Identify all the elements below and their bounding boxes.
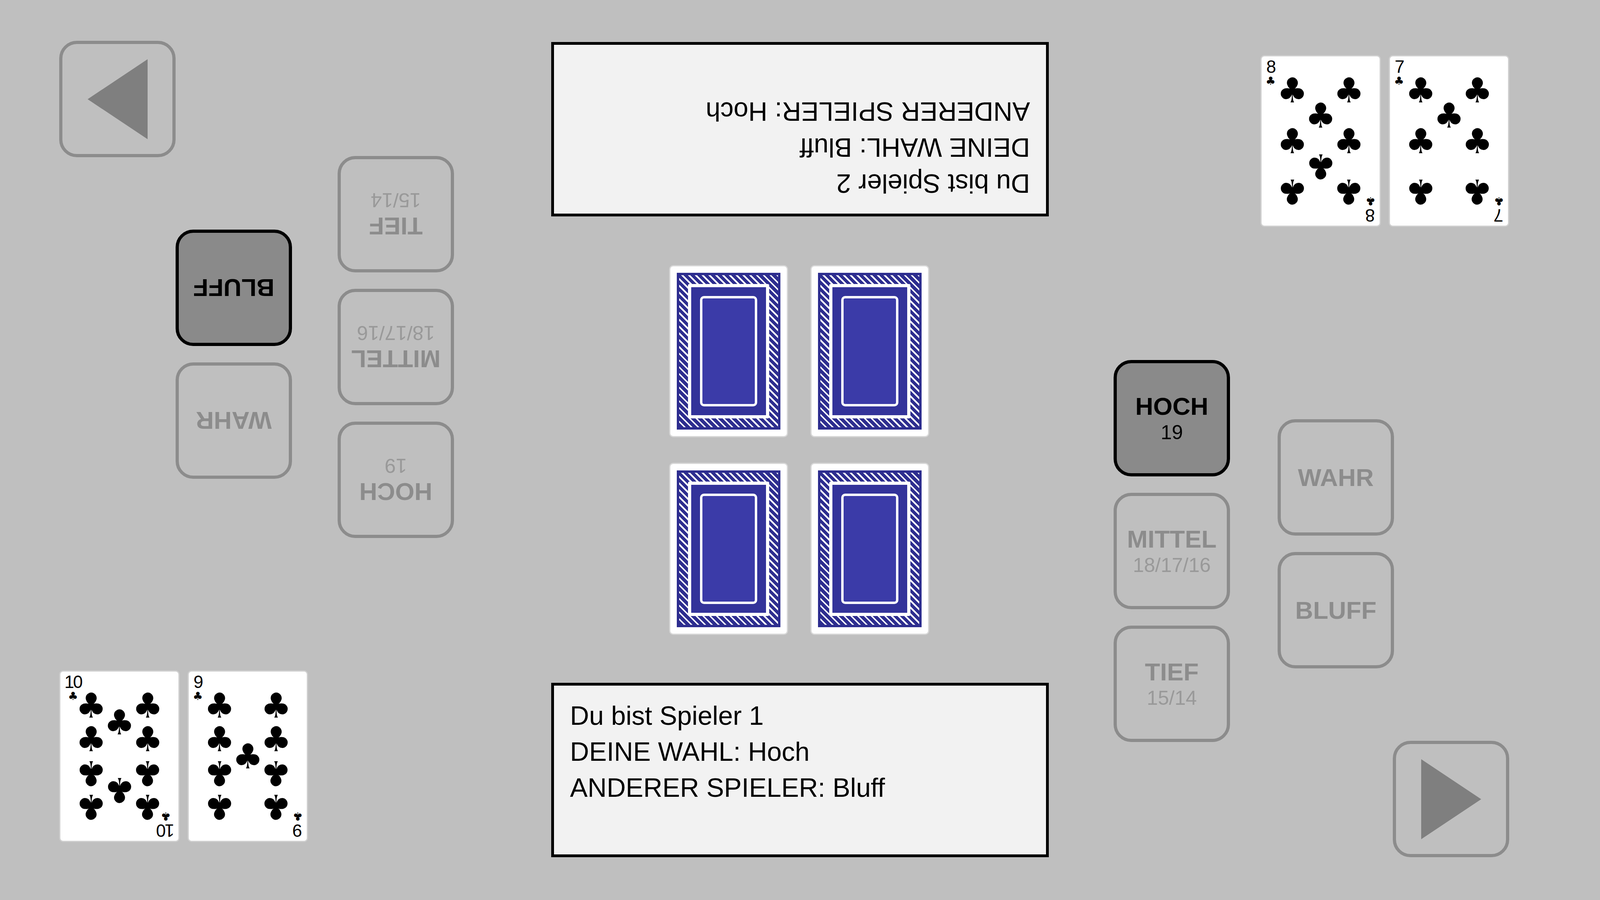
card-pip: ♣ — [1462, 73, 1493, 108]
status-box: Du bist Spieler 2DEINE WAHL: BluffANDERE… — [551, 42, 1049, 217]
card-pip: ♣ — [132, 688, 164, 723]
card-pip: ♣ — [132, 756, 164, 791]
card-corner: 9♣ — [192, 673, 203, 702]
range-button[interactable]: TIEF15/14 — [1113, 625, 1230, 742]
card-pip: ♣ — [1333, 73, 1365, 108]
player-2-range-buttons: HOCH19 MITTEL18/17/16 TIEF15/14 — [337, 156, 454, 538]
card-pip: ♣ — [132, 789, 164, 824]
card-back[interactable] — [669, 462, 788, 635]
card-corner: 7♣ — [1494, 195, 1504, 224]
status-line: ANDERER SPIELER: Hoch — [570, 93, 1030, 130]
player-1-truth-buttons: WAHR BLUFF — [1277, 419, 1394, 669]
player-2-truth-buttons: WAHR BLUFF — [175, 229, 292, 479]
player-1-hand: 10♣10♣♣♣♣♣♣♣♣♣♣♣9♣9♣♣♣♣♣♣♣♣♣♣ — [59, 670, 308, 842]
card-pip: ♣ — [75, 722, 107, 757]
card-pip: ♣ — [1276, 73, 1308, 108]
card-pip: ♣ — [75, 756, 107, 791]
card-pip: ♣ — [204, 722, 235, 757]
card-pip: ♣ — [1405, 174, 1436, 209]
forward-button[interactable] — [1392, 740, 1510, 858]
card-pip: ♣ — [1305, 149, 1336, 184]
card-pip: ♣ — [260, 789, 292, 824]
playing-card: 8♣8♣♣♣♣♣♣♣♣♣ — [1260, 55, 1381, 227]
back-button[interactable] — [59, 40, 176, 158]
truth-button[interactable]: WAHR — [175, 362, 292, 479]
card-pip: ♣ — [204, 789, 235, 824]
status-line: DEINE WAHL: Bluff — [570, 129, 1030, 166]
right-triangle-icon — [1419, 759, 1484, 840]
card-pip: ♣ — [1433, 98, 1465, 133]
card-pip: ♣ — [132, 722, 164, 757]
range-button[interactable]: MITTEL18/17/16 — [337, 288, 454, 406]
range-button[interactable]: TIEF15/14 — [337, 156, 454, 273]
card-pip: ♣ — [1462, 124, 1493, 159]
card-pip: ♣ — [104, 772, 135, 808]
truth-button[interactable]: WAHR — [1277, 419, 1394, 536]
status-line: DEINE WAHL: Hoch — [570, 733, 1030, 770]
status-line: Du bist Spieler 1 — [570, 697, 1030, 734]
card-pip: ♣ — [1333, 124, 1365, 159]
card-pip: ♣ — [204, 688, 235, 723]
range-button[interactable]: HOCH19 — [1113, 360, 1230, 477]
card-pip: ♣ — [1405, 73, 1436, 108]
card-pip: ♣ — [260, 688, 292, 723]
card-pip: ♣ — [232, 739, 264, 774]
card-pip: ♣ — [1462, 174, 1493, 209]
card-pip: ♣ — [75, 688, 107, 723]
range-button[interactable]: MITTEL18/17/16 — [1113, 492, 1230, 610]
card-corner: 9♣ — [292, 810, 303, 840]
card-corner: 7♣ — [1394, 58, 1404, 87]
truth-button[interactable]: BLUFF — [175, 229, 292, 346]
card-back[interactable] — [669, 265, 788, 438]
status-line: ANDERER SPIELER: Bluff — [570, 769, 1030, 806]
card-corner: 8♣ — [1265, 58, 1276, 87]
playing-card: 10♣10♣♣♣♣♣♣♣♣♣♣♣ — [59, 670, 180, 842]
card-pip: ♣ — [204, 756, 235, 791]
card-back[interactable] — [810, 462, 930, 635]
card-pip: ♣ — [1405, 124, 1436, 159]
card-pip: ♣ — [260, 722, 292, 757]
card-pip: ♣ — [260, 756, 292, 791]
card-corner: 8♣ — [1365, 195, 1376, 224]
range-button[interactable]: HOCH19 — [337, 421, 454, 538]
card-pip: ♣ — [104, 705, 135, 740]
left-triangle-icon — [85, 59, 150, 140]
card-back[interactable] — [810, 265, 930, 438]
card-pip: ♣ — [75, 789, 107, 824]
player-1-range-buttons: HOCH19 MITTEL18/17/16 TIEF15/14 — [1113, 360, 1230, 742]
table-cards — [669, 265, 930, 635]
playing-card: 9♣9♣♣♣♣♣♣♣♣♣♣ — [187, 670, 308, 842]
game-screen: Du bist Spieler 2DEINE WAHL: BluffANDERE… — [0, 0, 1600, 900]
status-line: Du bist Spieler 2 — [570, 165, 1030, 202]
playing-card: 7♣7♣♣♣♣♣♣♣♣ — [1388, 55, 1510, 227]
card-pip: ♣ — [1276, 124, 1308, 159]
truth-button[interactable]: BLUFF — [1277, 552, 1394, 669]
card-pip: ♣ — [1276, 174, 1308, 209]
player-2-hand: 8♣8♣♣♣♣♣♣♣♣♣7♣7♣♣♣♣♣♣♣♣ — [1260, 55, 1510, 227]
card-pip: ♣ — [1305, 98, 1336, 133]
card-pip: ♣ — [1333, 174, 1365, 209]
status-box: Du bist Spieler 1DEINE WAHL: HochANDERER… — [551, 682, 1049, 858]
